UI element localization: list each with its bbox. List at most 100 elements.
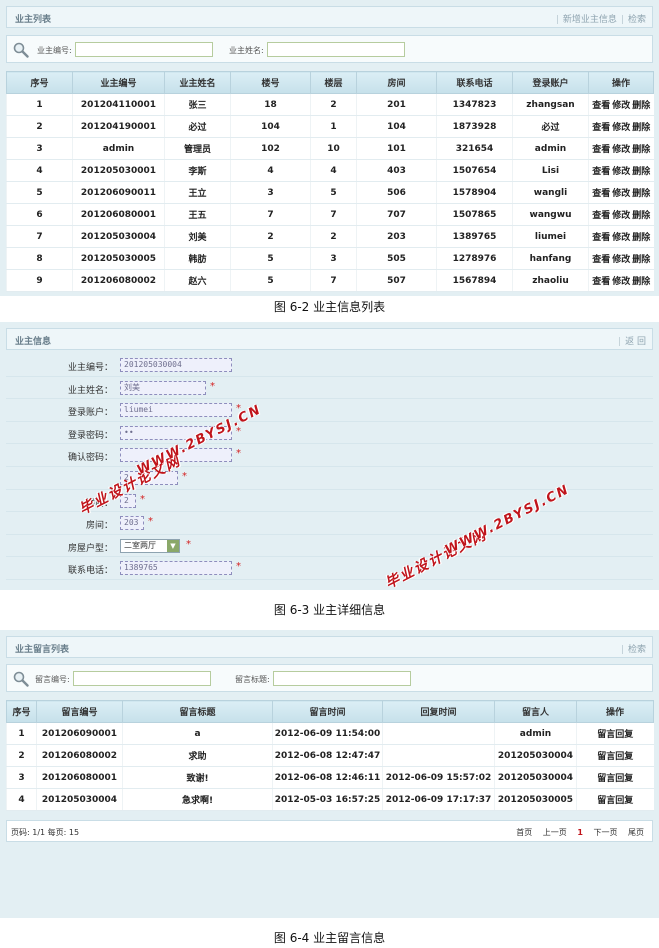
search-icon[interactable] (13, 42, 29, 58)
field-label: 业主姓名： (67, 385, 113, 396)
reply-button[interactable]: 留言回复 (576, 766, 654, 789)
author-link[interactable]: 201205030004 (494, 766, 577, 789)
first-page-link[interactable]: 首页 (516, 828, 532, 837)
figure-caption-6-2: 图 6-2 业主信息列表 (273, 300, 386, 314)
edit-button[interactable]: 修改 (612, 255, 630, 265)
delete-button[interactable]: 删除 (632, 233, 650, 243)
form-row: 业主姓名： 刘美 * (6, 377, 653, 400)
delete-button[interactable]: 删除 (632, 123, 650, 133)
field-label: 登录账户： (67, 408, 113, 419)
back-link[interactable]: 返 回 (625, 337, 646, 347)
required-mark: * (182, 470, 187, 482)
column-header: 序号 (6, 700, 37, 723)
msg-id-input[interactable] (73, 671, 211, 686)
reply-button[interactable]: 留言回复 (576, 744, 654, 767)
prev-page-link[interactable]: 上一页 (543, 828, 567, 837)
table-row: 2 201206080002 求助 2012-06-08 12:47:47 201205… (6, 744, 654, 767)
edit-button[interactable]: 修改 (612, 167, 630, 177)
owner-search-bar: 业主编号: 业主姓名: (6, 35, 653, 63)
table-cell: 1873928 (436, 115, 513, 138)
view-button[interactable]: 查看 (592, 101, 610, 111)
chevron-down-icon: ▼ (167, 539, 179, 552)
edit-button[interactable]: 修改 (612, 189, 630, 199)
owner-name-input[interactable] (267, 42, 405, 57)
table-cell: 201205030004 (36, 788, 123, 811)
edit-button[interactable]: 修改 (612, 145, 630, 155)
table-cell: 王立 (164, 181, 231, 204)
owner-list-links: | 新增业主信息 | 检索 (555, 15, 646, 25)
view-button[interactable]: 查看 (592, 145, 610, 155)
table-cell: 101 (356, 137, 437, 160)
field-input[interactable]: liumei (120, 403, 232, 418)
house-type-select[interactable]: 二室两厅 ▼ (120, 538, 180, 553)
msg-title-input[interactable] (273, 671, 411, 686)
table-cell: 9 (6, 269, 73, 292)
next-page-link[interactable]: 下一页 (593, 828, 617, 837)
delete-button[interactable]: 删除 (632, 167, 650, 177)
view-button[interactable]: 查看 (592, 123, 610, 133)
edit-button[interactable]: 修改 (612, 123, 630, 133)
form-row: 确认密码： * (6, 444, 653, 467)
delete-button[interactable]: 删除 (632, 277, 650, 287)
author-link[interactable]: 201205030005 (494, 788, 577, 811)
table-cell: wangli (512, 181, 589, 204)
view-button[interactable]: 查看 (592, 167, 610, 177)
delete-button[interactable]: 删除 (632, 145, 650, 155)
table-cell: admin (72, 137, 165, 160)
last-page-link[interactable]: 尾页 (628, 828, 644, 837)
field-input[interactable]: 1389765 (120, 561, 232, 576)
table-cell: Lisi (512, 159, 589, 182)
view-button[interactable]: 查看 (592, 277, 610, 287)
edit-button[interactable]: 修改 (612, 101, 630, 111)
field-label: 联系电话： (67, 566, 113, 577)
table-cell: 王五 (164, 203, 231, 226)
table-row: 4 201205030001 李斯 4 4 403 1507654 Lisi 查看 修改 删除 (6, 159, 654, 182)
view-button[interactable]: 查看 (592, 189, 610, 199)
delete-button[interactable]: 删除 (632, 255, 650, 265)
search-link[interactable]: 检索 (628, 15, 646, 25)
add-owner-link[interactable]: 新增业主信息 (563, 15, 617, 25)
search-icon[interactable] (13, 671, 29, 687)
table-cell: 1507865 (436, 203, 513, 226)
table-cell: 7 (6, 225, 73, 248)
delete-button[interactable]: 删除 (632, 101, 650, 111)
required-mark: * (140, 493, 145, 505)
table-cell: 5 (230, 269, 311, 292)
delete-button[interactable]: 删除 (632, 211, 650, 221)
table-cell (382, 722, 495, 745)
messages-titlebar: 业主留言列表 | 检索 (6, 636, 653, 658)
table-cell: 321654 (436, 137, 513, 160)
reply-button[interactable]: 留言回复 (576, 722, 654, 745)
author-link[interactable]: 201205030004 (494, 744, 577, 767)
author-link[interactable]: admin (494, 722, 577, 745)
owner-id-input[interactable] (75, 42, 213, 57)
field-input[interactable]: 203 (120, 516, 144, 531)
field-input[interactable]: 201205030004 (120, 358, 232, 372)
owner-list-titlebar: 业主列表 | 新增业主信息 | 检索 (6, 6, 653, 28)
view-button[interactable]: 查看 (592, 211, 610, 221)
row-actions: 查看 修改 删除 (588, 137, 654, 160)
column-header: 联系电话 (436, 71, 513, 94)
view-button[interactable]: 查看 (592, 233, 610, 243)
table-cell: 102 (230, 137, 311, 160)
edit-button[interactable]: 修改 (612, 233, 630, 243)
table-cell: 201205030005 (72, 247, 165, 270)
table-cell: 1347823 (436, 93, 513, 116)
form-row: 登录密码： •• * (6, 422, 653, 445)
column-header: 业主姓名 (164, 71, 231, 94)
table-cell: 201 (356, 93, 437, 116)
column-header: 楼层 (310, 71, 357, 94)
required-mark: * (236, 448, 241, 460)
reply-button[interactable]: 留言回复 (576, 788, 654, 811)
table-cell: 1278976 (436, 247, 513, 270)
owner-info-titlebar: 业主信息 | 返 回 (6, 328, 653, 350)
view-button[interactable]: 查看 (592, 255, 610, 265)
edit-button[interactable]: 修改 (612, 277, 630, 287)
edit-button[interactable]: 修改 (612, 211, 630, 221)
field-input[interactable]: 刘美 (120, 380, 206, 395)
current-page: 1 (577, 828, 583, 837)
delete-button[interactable]: 删除 (632, 189, 650, 199)
table-row: 4 201205030004 急求啊! 2012-05-03 16:57:25 2012… (6, 788, 654, 811)
table-cell: 7 (230, 203, 311, 226)
msg-search-link[interactable]: 检索 (628, 645, 646, 655)
